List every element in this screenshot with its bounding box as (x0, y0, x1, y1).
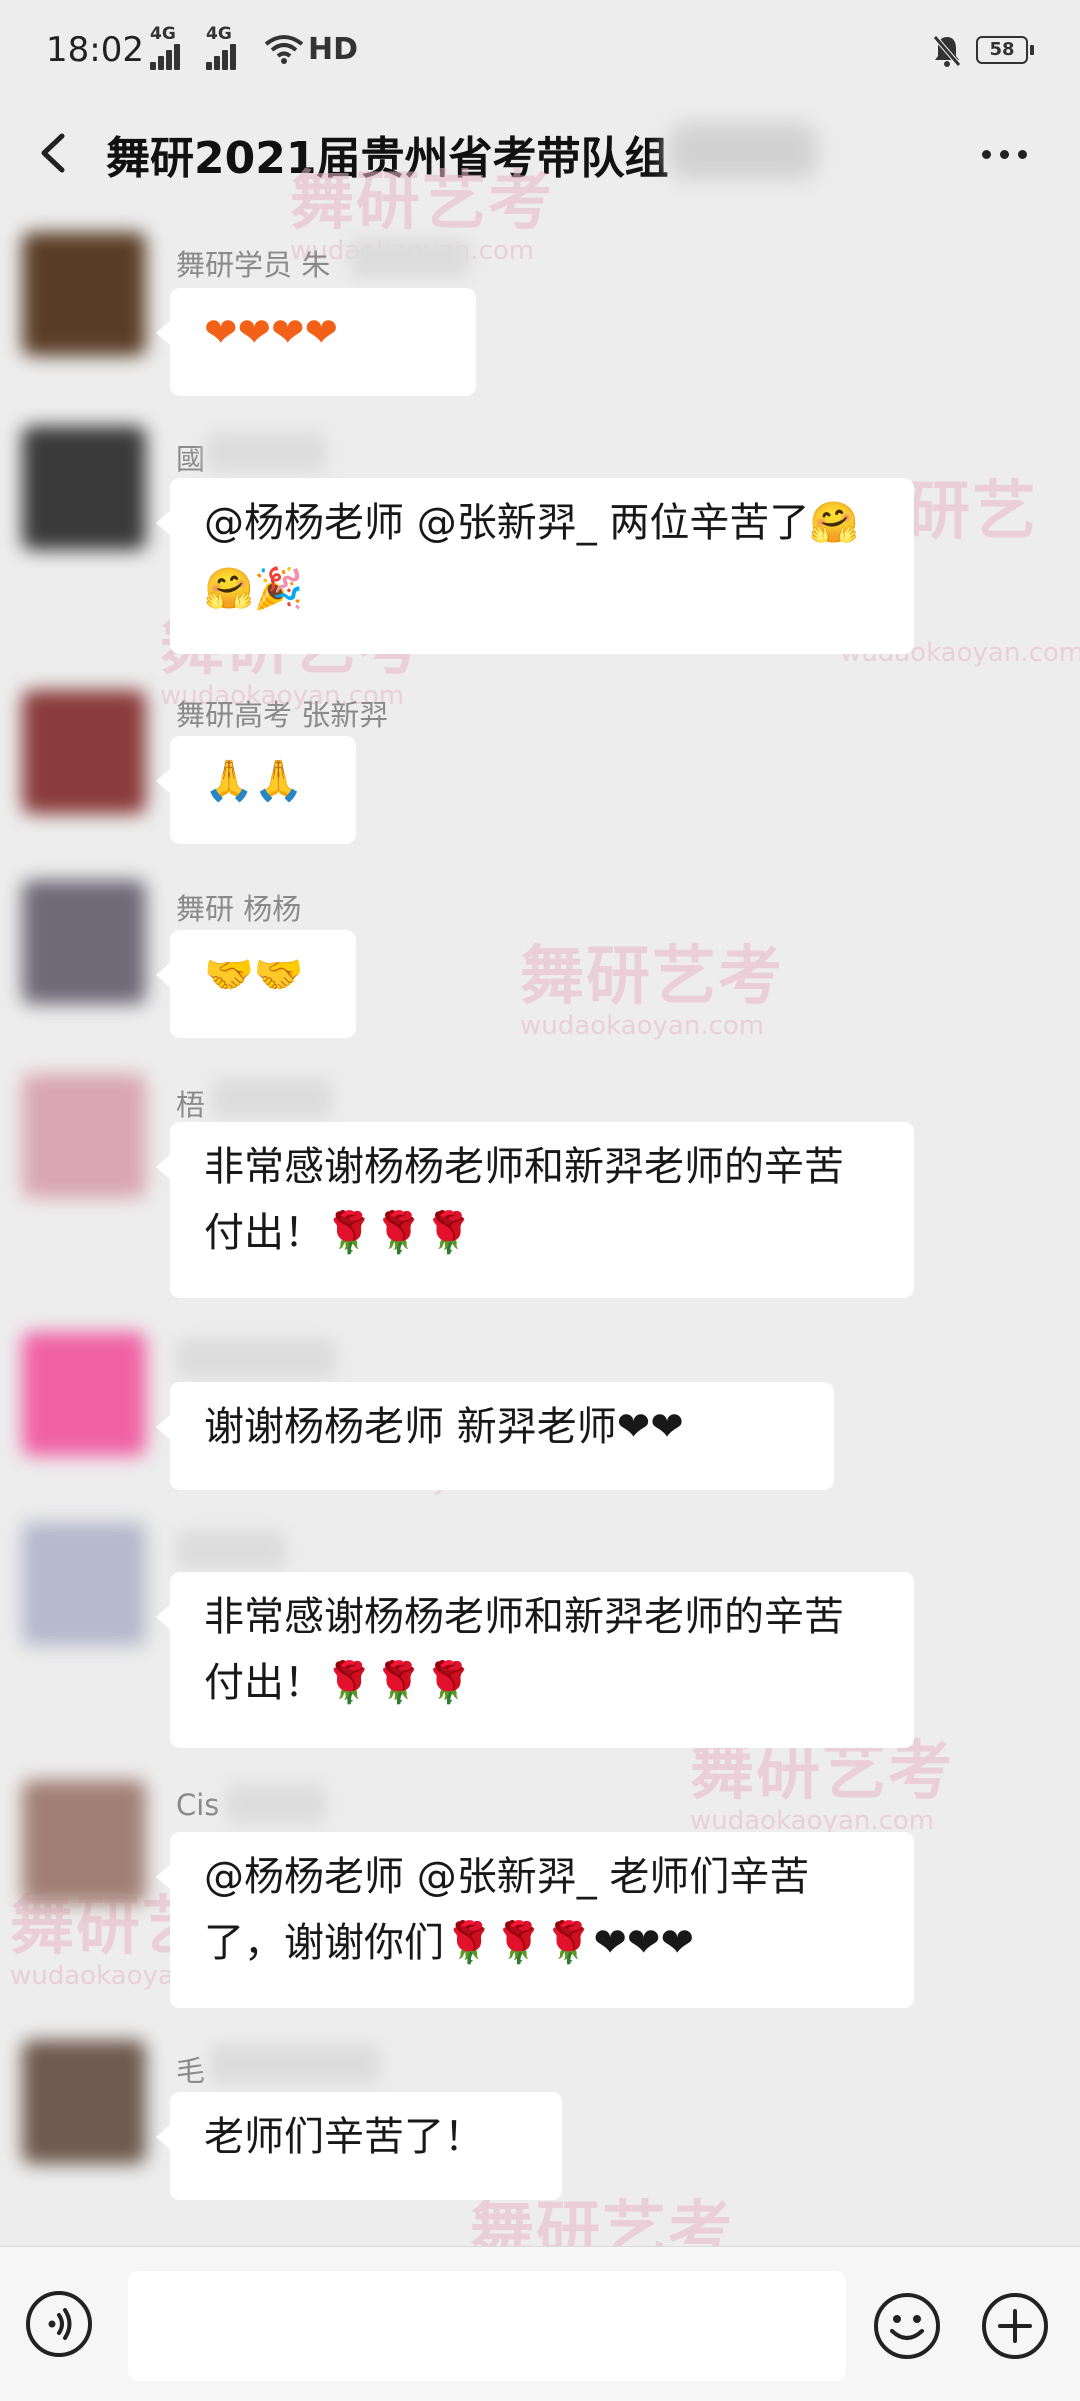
battery-indicator: 58 (976, 36, 1034, 64)
name-redaction (226, 1784, 326, 1824)
chat-message: 梧 非常感谢杨杨老师和新羿老师的辛苦付出！🌹🌹🌹 (0, 1064, 1080, 1304)
chat-message: Cis @杨杨老师 @张新羿_ 老师们辛苦了，谢谢你们🌹🌹🌹❤❤❤ (0, 1770, 1080, 2020)
name-redaction (176, 1530, 286, 1570)
chat-message: 舞研学员 朱 ❤❤❤❤ (0, 222, 1080, 402)
name-redaction (206, 432, 326, 472)
avatar[interactable] (22, 1074, 146, 1198)
avatar[interactable] (22, 1780, 146, 1904)
cellular-signal-icon-1 (150, 38, 186, 70)
message-bubble[interactable]: @杨杨老师 @张新羿_ 老师们辛苦了，谢谢你们🌹🌹🌹❤❤❤ (156, 1832, 914, 2008)
hd-voice-indicator: HD (308, 32, 359, 67)
sender-name: 舞研 杨杨 (176, 892, 302, 926)
chat-message: 國 @杨杨老师 @张新羿_ 两位辛苦了🤗🤗🎉 (0, 418, 1080, 668)
chat-message: 非常感谢杨杨老师和新羿老师的辛苦付出！🌹🌹🌹 (0, 1512, 1080, 1762)
sender-name: 國 (176, 442, 206, 476)
message-bubble[interactable]: @杨杨老师 @张新羿_ 两位辛苦了🤗🤗🎉 (156, 478, 914, 654)
sender-name: Cis (176, 1788, 220, 1822)
status-bar: 18:02 4G 4G HD 58 (0, 0, 1080, 100)
avatar[interactable] (22, 232, 146, 356)
name-redaction (176, 1338, 336, 1378)
chat-message: 毛 老师们辛苦了！ (0, 2030, 1080, 2220)
add-attachment-icon[interactable] (980, 2291, 1050, 2361)
chat-message: 舞研高考 张新羿 🙏🙏 (0, 680, 1080, 860)
message-bubble[interactable]: 非常感谢杨杨老师和新羿老师的辛苦付出！🌹🌹🌹 (156, 1122, 914, 1298)
back-arrow-icon[interactable] (30, 128, 80, 178)
avatar[interactable] (22, 426, 146, 550)
chat-header: 舞研2021届贵州省考带队组 (0, 100, 1080, 210)
emoji-icon[interactable] (872, 2291, 942, 2361)
avatar[interactable] (22, 1522, 146, 1646)
avatar[interactable] (22, 690, 146, 814)
wifi-icon (264, 35, 304, 64)
cellular-signal-icon-2 (206, 38, 242, 70)
sender-name: 梧 (176, 1088, 206, 1122)
sender-name: 舞研学员 朱 (176, 248, 331, 282)
name-redaction (210, 2044, 380, 2084)
mute-bell-icon (933, 35, 961, 67)
input-bar (0, 2246, 1080, 2401)
message-input[interactable] (128, 2271, 846, 2381)
status-time: 18:02 (46, 30, 144, 70)
message-bubble[interactable]: 谢谢杨杨老师 新羿老师❤❤ (156, 1382, 834, 1490)
chat-message: 舞研 杨杨 🤝🤝 (0, 870, 1080, 1050)
name-redaction (350, 238, 470, 278)
chat-message: 谢谢杨杨老师 新羿老师❤❤ (0, 1320, 1080, 1500)
message-bubble[interactable]: ❤❤❤❤ (156, 288, 476, 396)
name-redaction (212, 1078, 332, 1118)
message-bubble[interactable]: 🤝🤝 (156, 930, 356, 1038)
more-options-icon[interactable] (970, 128, 1040, 178)
message-bubble[interactable]: 老师们辛苦了！ (156, 2092, 562, 2200)
avatar[interactable] (22, 2040, 146, 2164)
avatar[interactable] (22, 880, 146, 1004)
chat-title: 舞研2021届贵州省考带队组 (106, 133, 669, 184)
avatar[interactable] (22, 1332, 146, 1456)
message-bubble[interactable]: 🙏🙏 (156, 736, 356, 844)
title-redaction (668, 122, 818, 180)
message-bubble[interactable]: 非常感谢杨杨老师和新羿老师的辛苦付出！🌹🌹🌹 (156, 1572, 914, 1748)
sender-name: 舞研高考 张新羿 (176, 698, 389, 732)
voice-input-icon[interactable] (26, 2291, 92, 2357)
sender-name: 毛 (176, 2054, 206, 2088)
